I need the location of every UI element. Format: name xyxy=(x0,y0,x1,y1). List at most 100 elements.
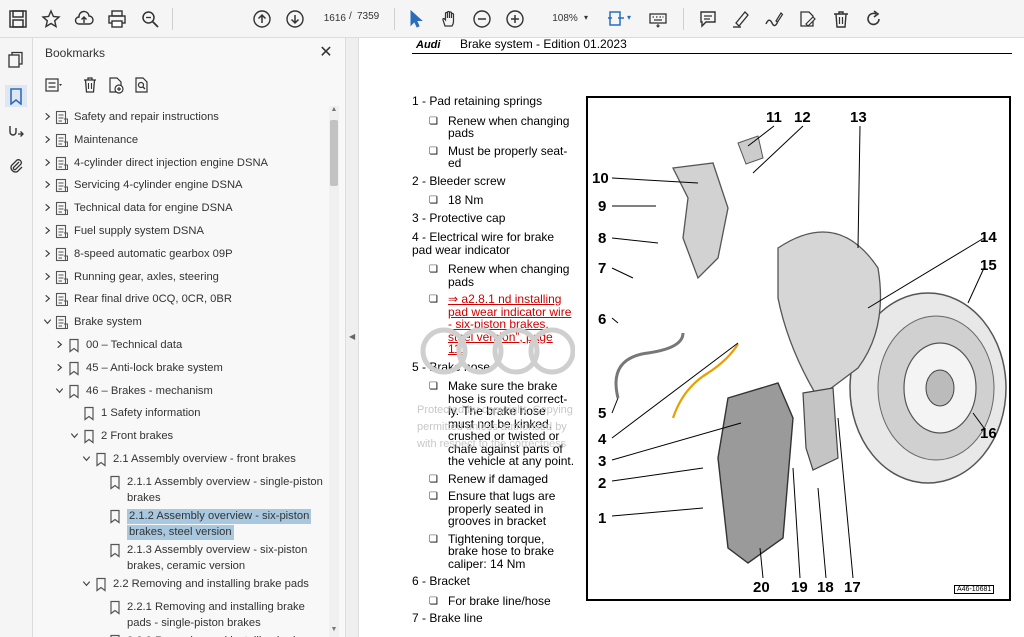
checkbox-icon: ❏ xyxy=(429,473,438,485)
chevron-down-icon[interactable] xyxy=(80,453,92,465)
callout-17: 17 xyxy=(844,579,861,596)
callout-3: 3 xyxy=(598,453,606,470)
bookmark-item[interactable]: Technical data for engine DSNA xyxy=(33,201,329,216)
callout-13: 13 xyxy=(850,109,867,126)
scroll-up-icon[interactable]: ▲ xyxy=(329,106,339,116)
zoom-out-icon[interactable] xyxy=(470,7,494,31)
chevron-right-icon[interactable] xyxy=(41,271,53,283)
bookmark-item[interactable]: 2 Front brakes xyxy=(33,429,329,444)
select-cursor-icon[interactable] xyxy=(404,7,428,31)
scrollbar-thumb[interactable] xyxy=(330,120,338,186)
document-section-icon xyxy=(55,270,69,285)
bookmark-options-icon[interactable] xyxy=(43,74,65,96)
bookmark-item[interactable]: Fuel supply system DSNA xyxy=(33,224,329,239)
star-icon[interactable] xyxy=(39,7,63,31)
chevron-right-icon[interactable] xyxy=(41,134,53,146)
bookmark-item[interactable]: Safety and repair instructions xyxy=(33,110,329,125)
delete-bookmark-icon[interactable] xyxy=(79,74,101,96)
legend-heading: pad wear indicator xyxy=(412,242,511,257)
chevron-down-icon[interactable] xyxy=(68,430,80,442)
chevron-right-icon[interactable] xyxy=(41,111,53,123)
bookmark-icon xyxy=(82,429,96,444)
draw-icon[interactable] xyxy=(762,7,786,31)
legend-text: ed xyxy=(448,156,462,170)
bookmark-icon xyxy=(94,577,108,592)
callout-19: 19 xyxy=(791,579,808,596)
checkbox-icon: ❏ xyxy=(429,491,438,502)
bookmark-item[interactable]: Maintenance xyxy=(33,133,329,148)
bookmarks-scrollbar[interactable]: ▲ ▼ xyxy=(329,106,339,637)
zoom-search-icon[interactable] xyxy=(138,7,162,31)
upload-icon[interactable] xyxy=(72,7,96,31)
comment-icon[interactable] xyxy=(696,7,720,31)
brake-caliper xyxy=(717,382,794,564)
page-down-icon[interactable] xyxy=(283,7,307,31)
toolbar-separator xyxy=(394,8,395,30)
legend-text: Renew if damaged xyxy=(448,471,549,486)
zoom-level-select[interactable]: 108% xyxy=(540,10,590,28)
bookmark-item[interactable]: 2.1.2 Assembly overview - six-piston brak… xyxy=(33,508,329,540)
zoom-in-icon[interactable] xyxy=(503,7,527,31)
bookmark-item[interactable]: 00 – Technical data xyxy=(33,338,329,353)
chevron-right-icon[interactable] xyxy=(41,293,53,305)
callout-4: 4 xyxy=(598,431,607,448)
chevron-down-icon[interactable] xyxy=(41,316,53,328)
bookmark-label: 2.1 Assembly overview - front brakes xyxy=(113,453,296,465)
fit-dropdown-icon[interactable]: ▾ xyxy=(627,13,631,22)
bookmark-item[interactable]: 2.2.2 Removing and installing brake xyxy=(33,634,329,637)
rotate-icon[interactable] xyxy=(862,7,886,31)
bookmark-item[interactable]: 4-cylinder direct injection engine DSNA xyxy=(33,156,329,171)
save-icon[interactable] xyxy=(6,7,30,31)
print-icon[interactable] xyxy=(105,7,129,31)
keyboard-icon[interactable] xyxy=(646,7,670,31)
close-icon[interactable]: ✕ xyxy=(317,44,335,62)
bookmarks-icon[interactable] xyxy=(5,85,27,107)
highlight-pen-icon[interactable] xyxy=(729,7,753,31)
bookmark-item[interactable]: 2.1 Assembly overview - front brakes xyxy=(33,452,329,467)
collapse-arrow-icon[interactable]: ◀ xyxy=(349,332,355,341)
chevron-right-icon[interactable] xyxy=(41,225,53,237)
bookmarks-panel: Bookmarks ✕ Safety and repair instructio… xyxy=(33,38,345,637)
chevron-down-icon[interactable] xyxy=(80,578,92,590)
bookmark-label: 2 Front brakes xyxy=(101,430,174,443)
chevron-right-icon[interactable] xyxy=(41,179,53,191)
page-number-input[interactable]: 1616 xyxy=(318,10,346,28)
page-header: Audi Brake system - Edition 01.2023 xyxy=(412,38,1012,54)
paperclip-icon[interactable] xyxy=(5,154,27,176)
callout-1: 1 xyxy=(598,510,606,527)
bookmark-item[interactable]: 2.2 Removing and installing brake pads xyxy=(33,577,329,592)
attachments-link-icon[interactable] xyxy=(5,120,27,142)
bookmark-item[interactable]: Running gear, axles, steering xyxy=(33,270,329,285)
bookmark-item[interactable]: Rear final drive 0CQ, 0CR, 0BR xyxy=(33,292,329,307)
chevron-right-icon[interactable] xyxy=(53,339,65,351)
bookmark-item[interactable]: 8-speed automatic gearbox 09P xyxy=(33,247,329,262)
chevron-down-icon[interactable] xyxy=(53,385,65,397)
callout-9: 9 xyxy=(598,198,606,215)
scroll-down-icon[interactable]: ▼ xyxy=(329,626,339,636)
panel-splitter[interactable]: ◀ xyxy=(345,38,359,637)
hand-tool-icon[interactable] xyxy=(437,7,461,31)
bookmark-item[interactable]: 46 – Brakes - mechanism xyxy=(33,384,329,399)
document-view: Audi Brake system - Edition 01.2023 1 - … xyxy=(359,38,1024,637)
bookmark-item[interactable]: 2.1.3 Assembly overview - six-piston brak… xyxy=(33,543,329,574)
chevron-right-icon[interactable] xyxy=(53,362,65,374)
zoom-dropdown-icon[interactable]: ▾ xyxy=(584,13,588,22)
bookmark-item[interactable]: Servicing 4-cylinder engine DSNA xyxy=(33,178,329,193)
page-up-icon[interactable] xyxy=(250,7,274,31)
fit-page-icon[interactable] xyxy=(604,7,628,31)
chevron-right-icon[interactable] xyxy=(41,248,53,260)
chevron-right-icon[interactable] xyxy=(41,157,53,169)
delete-icon[interactable] xyxy=(829,7,853,31)
bookmark-item[interactable]: Brake system xyxy=(33,315,329,330)
sign-icon[interactable] xyxy=(795,7,819,31)
bookmark-item[interactable]: 45 – Anti-lock brake system xyxy=(33,361,329,376)
bookmark-label: 2.2 Removing and installing brake pads xyxy=(113,577,309,590)
legend-text: pads xyxy=(448,126,475,140)
find-bookmark-icon[interactable] xyxy=(131,74,153,96)
bookmark-item[interactable]: 1 Safety information xyxy=(33,406,329,422)
bookmark-item[interactable]: 2.2.1 Removing and installing brake pads … xyxy=(33,600,329,631)
chevron-right-icon[interactable] xyxy=(41,202,53,214)
bookmark-item[interactable]: 2.1.1 Assembly overview - single-piston b… xyxy=(33,475,329,506)
pages-thumbnail-icon[interactable] xyxy=(5,49,27,71)
new-bookmark-icon[interactable] xyxy=(105,74,127,96)
